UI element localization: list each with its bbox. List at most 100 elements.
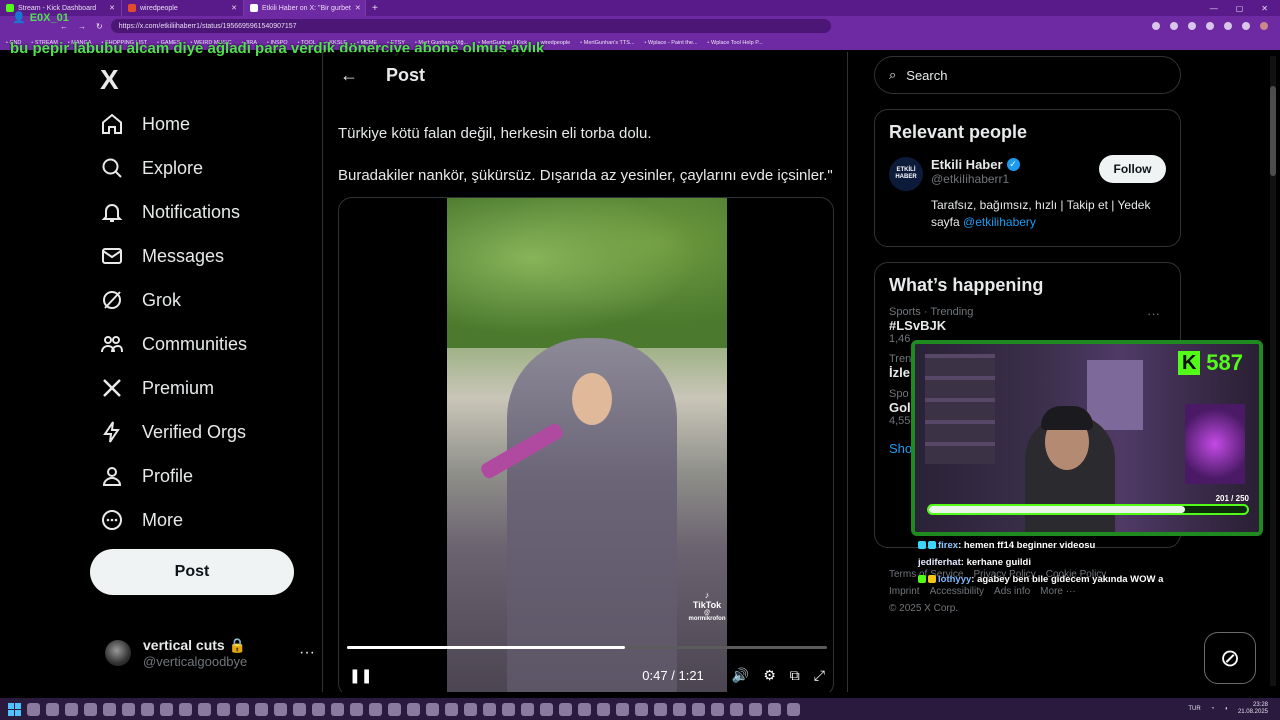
taskbar-app-icon[interactable] — [293, 702, 306, 716]
nav-item-notifications[interactable]: Notifications — [100, 200, 240, 224]
taskbar-app-icon[interactable] — [711, 702, 724, 716]
bookmark-item[interactable]: Wplace Tool Help P... — [708, 40, 763, 46]
reload-icon[interactable]: ↻ — [96, 22, 103, 31]
footer-link[interactable]: Imprint — [889, 586, 920, 597]
settings-gear-icon[interactable]: ⚙ — [763, 667, 776, 684]
taskbar-app-icon[interactable] — [274, 702, 287, 716]
taskbar-app-icon[interactable] — [635, 702, 648, 716]
taskbar-app-icon[interactable] — [350, 702, 363, 716]
taskbar-app-icon[interactable] — [198, 702, 211, 716]
video-player[interactable]: ♪ TikTok @ mormikrofon ❚❚ 0:47 / 1:21 🔊 … — [338, 197, 834, 692]
taskbar-app-icon[interactable] — [27, 702, 40, 716]
speaker-icon[interactable]: ◖ — [1224, 706, 1228, 712]
taskbar-app-icon[interactable] — [654, 702, 667, 716]
account-name-row: vertical cuts 🔒 — [143, 637, 247, 654]
taskbar-app-icon[interactable] — [46, 702, 59, 716]
follow-button[interactable]: Follow — [1099, 155, 1166, 183]
nav-item-communities[interactable]: Communities — [100, 332, 247, 356]
taskbar-app-icon[interactable] — [141, 702, 154, 716]
url-field[interactable]: https://x.com/etkiliihaberr1/status/1956… — [110, 19, 831, 33]
taskbar-app-icon[interactable] — [255, 702, 268, 716]
taskbar-app-icon[interactable] — [236, 702, 249, 716]
nav-item-premium[interactable]: Premium — [100, 376, 214, 400]
nav-item-home[interactable]: Home — [100, 112, 190, 136]
extension-icon[interactable] — [1242, 22, 1250, 30]
pause-icon[interactable]: ❚❚ — [349, 667, 372, 684]
wifi-icon[interactable]: ◔ — [1211, 706, 1215, 712]
nav-item-more[interactable]: More — [100, 508, 183, 532]
taskbar-app-icon[interactable] — [407, 702, 420, 716]
bio-link[interactable]: @etkilihabery — [963, 215, 1036, 229]
extension-icon[interactable] — [1170, 22, 1178, 30]
taskbar-app-icon[interactable] — [331, 702, 344, 716]
more-icon[interactable]: ··· — [1147, 306, 1160, 321]
picture-in-picture-icon[interactable]: ⧉ — [790, 667, 800, 684]
taskbar-app-icon[interactable] — [84, 702, 97, 716]
maximize-icon[interactable]: ▢ — [1236, 4, 1244, 13]
relevant-person[interactable]: ETKİLİ HABER Etkili Haber ✓ @etkiIihaberr… — [875, 149, 1180, 191]
search-input[interactable]: ⌕ Search — [874, 56, 1181, 94]
taskbar-app-icon[interactable] — [445, 702, 458, 716]
nav-item-grok[interactable]: Grok — [100, 288, 181, 312]
extension-icon[interactable] — [1152, 22, 1160, 30]
windows-start-icon[interactable] — [8, 702, 21, 716]
taskbar-app-icon[interactable] — [103, 702, 116, 716]
bookmark-item[interactable]: Wplace - Paint the... — [645, 40, 698, 46]
taskbar-app-icon[interactable] — [464, 702, 477, 716]
taskbar-app-icon[interactable] — [749, 702, 762, 716]
account-switcher[interactable]: vertical cuts 🔒 @verticalgoodbye ··· — [105, 637, 315, 669]
taskbar-app-icon[interactable] — [578, 702, 591, 716]
nav-item-messages[interactable]: Messages — [100, 244, 224, 268]
x-logo-icon[interactable]: X — [100, 64, 119, 96]
page-scrollbar[interactable] — [1270, 56, 1276, 686]
taskbar-app-icon[interactable] — [673, 702, 686, 716]
grok-floating-button[interactable]: ⊘ — [1204, 632, 1256, 684]
close-icon[interactable]: ✕ — [109, 4, 115, 12]
close-window-icon[interactable]: ✕ — [1261, 4, 1268, 13]
taskbar-app-icon[interactable] — [160, 702, 173, 716]
taskbar-app-icon[interactable] — [521, 702, 534, 716]
nav-item-explore[interactable]: Explore — [100, 156, 203, 180]
taskbar-app-icon[interactable] — [369, 702, 382, 716]
scrollbar-thumb[interactable] — [1270, 86, 1276, 176]
taskbar-app-icon[interactable] — [217, 702, 230, 716]
taskbar-app-icon[interactable] — [692, 702, 705, 716]
volume-icon[interactable]: 🔊 — [732, 667, 749, 684]
taskbar-app-icon[interactable] — [426, 702, 439, 716]
back-arrow-icon[interactable]: ← — [340, 65, 358, 86]
taskbar-app-icon[interactable] — [388, 702, 401, 716]
taskbar-app-icon[interactable] — [730, 702, 743, 716]
extension-icon[interactable] — [1224, 22, 1232, 30]
browser-tab-x[interactable]: Etkili Haber on X: "Bir gurbet ✕ — [244, 0, 366, 16]
taskbar-app-icon[interactable] — [616, 702, 629, 716]
taskbar-app-icon[interactable] — [483, 702, 496, 716]
taskbar-app-icon[interactable] — [122, 702, 135, 716]
clock[interactable]: 23:28 21.08.2025 — [1238, 702, 1268, 716]
taskbar-app-icon[interactable] — [768, 702, 781, 716]
profile-avatar-icon[interactable] — [1260, 22, 1268, 30]
minimize-icon[interactable]: — — [1210, 4, 1218, 13]
taskbar-app-icon[interactable] — [179, 702, 192, 716]
taskbar-app-icon[interactable] — [597, 702, 610, 716]
language-indicator[interactable]: TUR — [1188, 706, 1200, 712]
taskbar-app-icon[interactable] — [312, 702, 325, 716]
bookmark-item[interactable]: MertGunhan's TTS... — [580, 40, 635, 46]
forward-arrow-icon[interactable]: → — [78, 22, 86, 31]
nav-item-verified-orgs[interactable]: Verified Orgs — [100, 420, 246, 444]
taskbar-app-icon[interactable] — [540, 702, 553, 716]
video-progress-bar[interactable] — [347, 646, 827, 649]
taskbar-app-icon[interactable] — [65, 702, 78, 716]
taskbar-app-icon[interactable] — [502, 702, 515, 716]
extension-icon[interactable] — [1206, 22, 1214, 30]
account-more-icon[interactable]: ··· — [299, 644, 315, 662]
extension-icon[interactable] — [1188, 22, 1196, 30]
taskbar-app-icon[interactable] — [559, 702, 572, 716]
close-icon[interactable]: ✕ — [231, 4, 237, 12]
taskbar-app-icon[interactable] — [787, 702, 800, 716]
new-tab-button[interactable]: + — [366, 3, 384, 14]
browser-tab-wiredpeople[interactable]: wiredpeople ✕ — [122, 0, 244, 16]
post-button[interactable]: Post — [90, 549, 294, 595]
close-icon[interactable]: ✕ — [355, 4, 361, 12]
nav-item-profile[interactable]: Profile — [100, 464, 193, 488]
fullscreen-icon[interactable]: ⤢ — [814, 667, 825, 684]
